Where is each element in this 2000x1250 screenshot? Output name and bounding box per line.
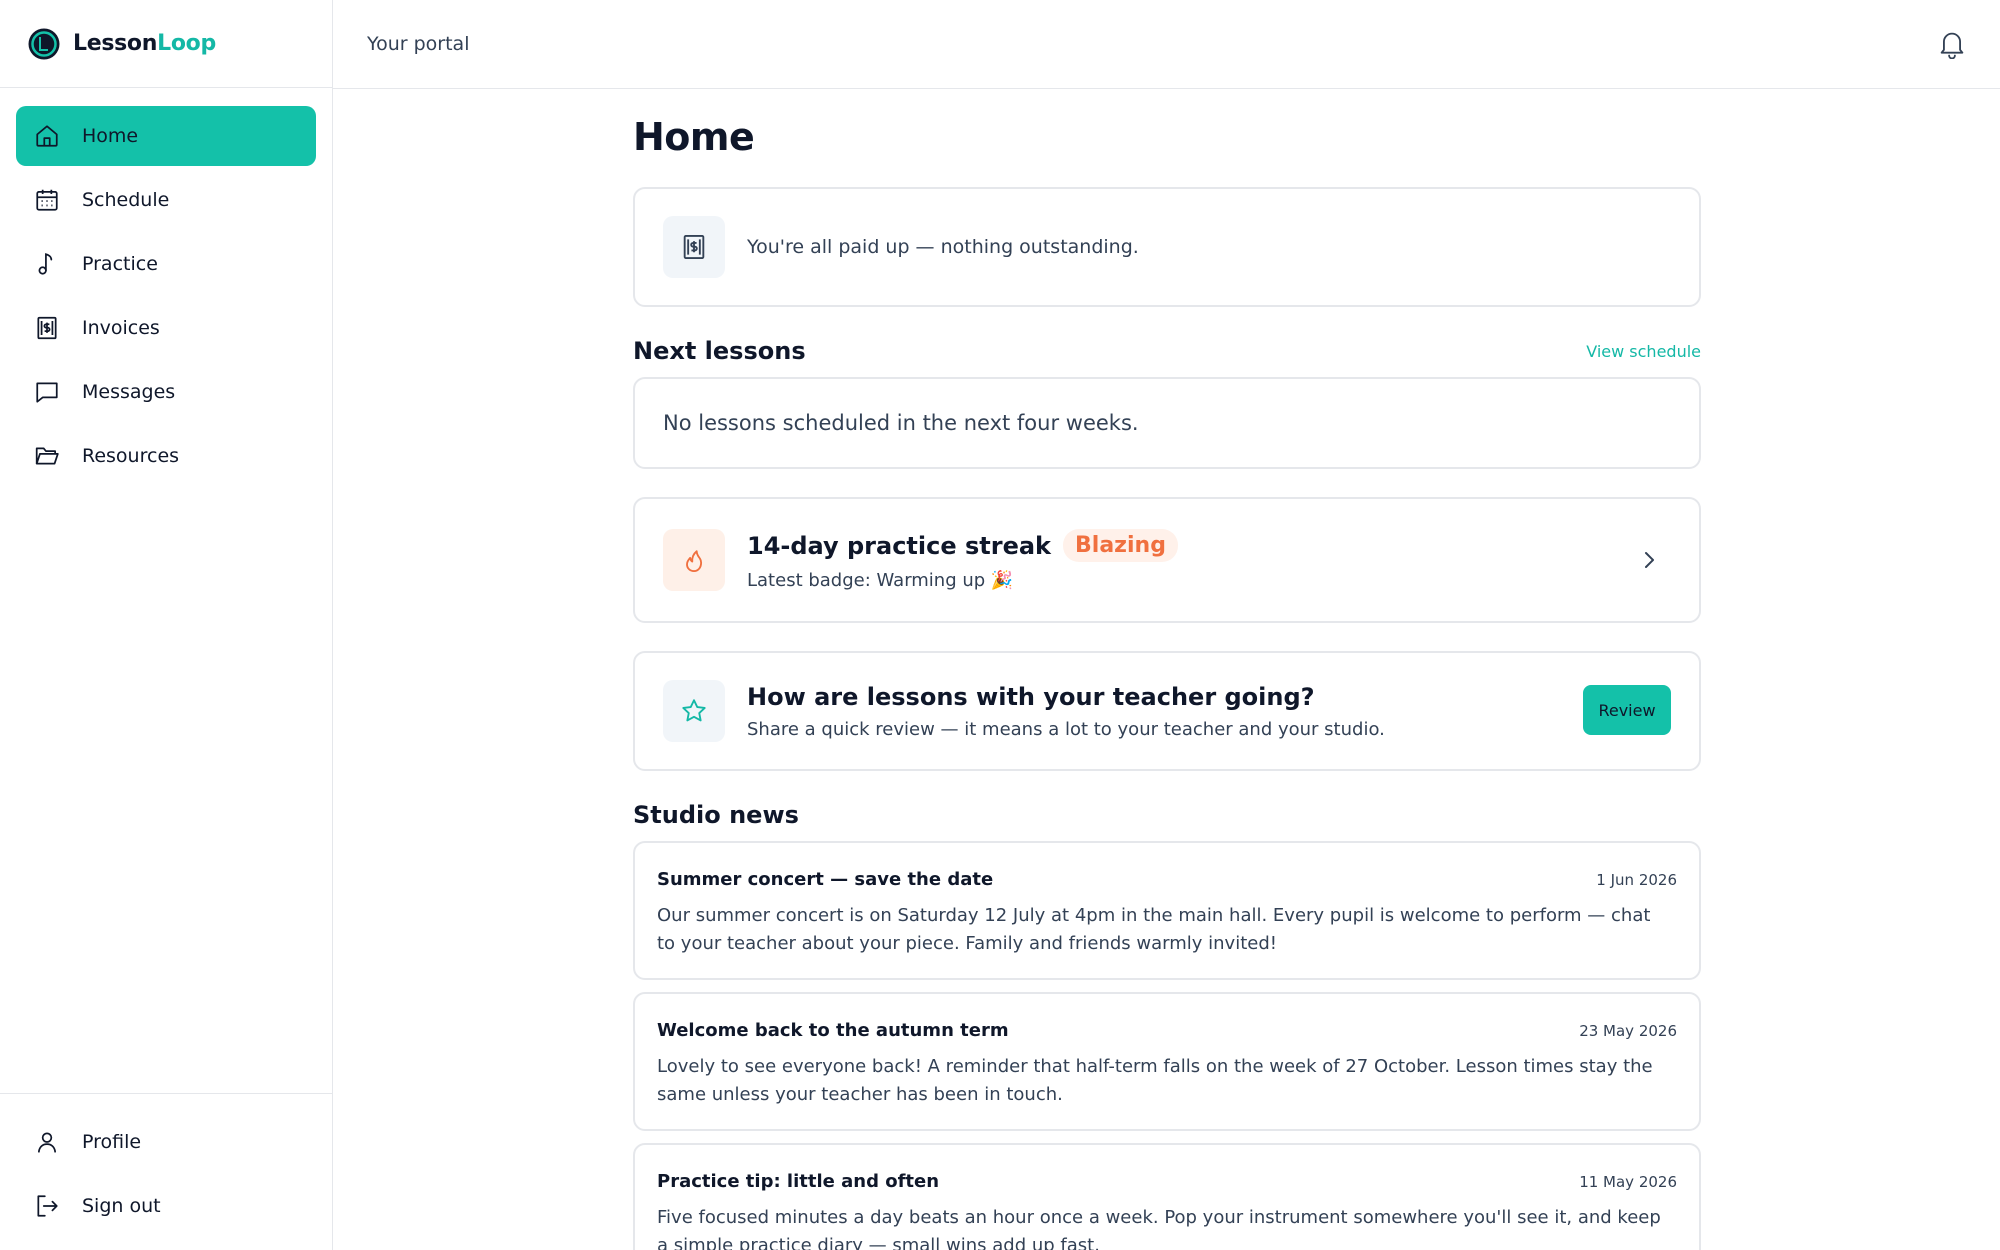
sidebar-item-label: Messages <box>82 381 176 403</box>
sidebar-bottom: Profile Sign out <box>0 1093 332 1250</box>
view-schedule-link[interactable]: View schedule <box>1586 342 1701 361</box>
streak-title: 14-day practice streak <box>747 531 1052 560</box>
streak-subtitle: Latest badge: Warming up 🎉 <box>747 570 1014 591</box>
studio-news-header: Studio news <box>633 801 1701 829</box>
news-item: Summer concert — save the date 1 Jun 202… <box>633 841 1701 980</box>
review-text: How are lessons with your teacher going?… <box>747 683 1385 740</box>
sidebar-nav: Home Schedule Practice Invoices Messages… <box>0 88 332 486</box>
sign-out-button[interactable]: Sign out <box>16 1176 316 1236</box>
streak-icon-box <box>663 529 725 591</box>
calendar-icon <box>36 189 58 211</box>
review-subtitle: Share a quick review — it means a lot to… <box>747 718 1385 740</box>
news-body: Lovely to see everyone back! A reminder … <box>657 1056 1653 1105</box>
news-title: Practice tip: little and often <box>657 1171 940 1192</box>
news-date: 11 May 2026 <box>1579 1173 1677 1191</box>
home-icon <box>36 125 58 147</box>
payment-icon-box <box>663 216 725 278</box>
brand-name-part1: Lesson <box>73 31 158 56</box>
section-title: Studio news <box>633 801 799 829</box>
message-icon <box>36 382 58 403</box>
streak-text: 14-day practice streak Blazing Latest ba… <box>747 529 1178 591</box>
music-note-icon <box>38 253 53 275</box>
empty-state-text: No lessons scheduled in the next four we… <box>663 411 1139 435</box>
practice-streak-card[interactable]: 14-day practice streak Blazing Latest ba… <box>633 497 1701 623</box>
topbar: Your portal <box>333 0 2000 89</box>
brand-name-part2: Loop <box>157 31 216 56</box>
sidebar-item-practice[interactable]: Practice <box>16 234 316 294</box>
news-date: 23 May 2026 <box>1579 1022 1677 1040</box>
sidebar-item-invoices[interactable]: Invoices <box>16 298 316 358</box>
news-item: Welcome back to the autumn term 23 May 2… <box>633 992 1701 1131</box>
page-title: Home <box>633 115 755 159</box>
next-lessons-header: Next lessons View schedule <box>633 337 1701 365</box>
sign-out-icon <box>37 1195 58 1217</box>
user-icon <box>38 1132 56 1153</box>
logo-icon <box>28 28 60 59</box>
sidebar-item-profile[interactable]: Profile <box>16 1112 316 1172</box>
section-title: Next lessons <box>633 337 806 365</box>
sidebar-item-label: Practice <box>82 253 158 275</box>
news-body: Five focused minutes a day beats an hour… <box>657 1207 1661 1250</box>
news-title: Welcome back to the autumn term <box>657 1020 1009 1041</box>
sidebar-item-messages[interactable]: Messages <box>16 362 316 422</box>
invoice-icon <box>37 316 57 340</box>
sidebar-item-home[interactable]: Home <box>16 106 316 166</box>
review-title: How are lessons with your teacher going? <box>747 682 1315 711</box>
sidebar-item-schedule[interactable]: Schedule <box>16 170 316 230</box>
bell-icon[interactable] <box>1938 29 1966 59</box>
payment-status-card: You're all paid up — nothing outstanding… <box>633 187 1701 307</box>
sidebar: LessonLoop Home Schedule Practice Invoic… <box>0 0 333 1250</box>
sidebar-item-label: Home <box>82 125 139 147</box>
next-lessons-empty-state: No lessons scheduled in the next four we… <box>633 377 1701 469</box>
news-date: 1 Jun 2026 <box>1596 871 1677 889</box>
invoice-icon <box>683 234 705 260</box>
news-item: Practice tip: little and often 11 May 20… <box>633 1143 1701 1250</box>
news-body: Our summer concert is on Saturday 12 Jul… <box>657 905 1651 954</box>
news-title: Summer concert — save the date <box>657 869 994 890</box>
streak-title-row: 14-day practice streak Blazing <box>747 529 1178 562</box>
logo[interactable]: LessonLoop <box>0 0 332 88</box>
chevron-right-icon <box>1645 552 1654 568</box>
review-button[interactable]: Review <box>1583 685 1671 735</box>
star-icon <box>682 699 706 722</box>
sidebar-item-label: Schedule <box>82 189 170 211</box>
portal-title: Your portal <box>367 33 470 55</box>
review-icon-box <box>663 680 725 742</box>
sidebar-item-label: Sign out <box>82 1195 161 1217</box>
sidebar-item-label: Profile <box>82 1131 142 1153</box>
flame-icon <box>686 550 703 573</box>
sidebar-item-label: Resources <box>82 445 180 467</box>
sidebar-item-label: Invoices <box>82 317 160 339</box>
review-card: How are lessons with your teacher going?… <box>633 651 1701 771</box>
streak-badge: Blazing <box>1063 529 1178 562</box>
sidebar-item-resources[interactable]: Resources <box>16 426 316 486</box>
payment-status-text: You're all paid up — nothing outstanding… <box>747 236 1139 258</box>
brand-name: LessonLoop <box>73 31 216 56</box>
main-content: Home You're all paid up — nothing outsta… <box>633 89 1701 1250</box>
folder-icon <box>35 447 59 465</box>
